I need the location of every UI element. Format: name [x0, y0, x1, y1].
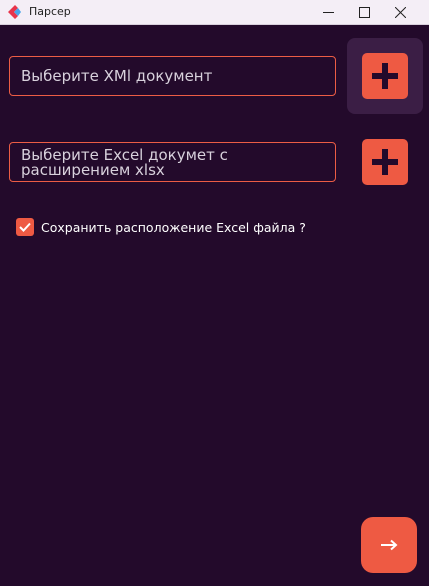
close-button[interactable]	[382, 0, 418, 24]
app-logo-icon	[8, 5, 21, 19]
add-xml-button[interactable]	[362, 53, 408, 99]
minimize-icon	[322, 11, 334, 13]
xml-field-placeholder: Выберите XMl документ	[21, 67, 213, 85]
save-location-option[interactable]: Сохранить расположение Excel файла ?	[16, 218, 306, 236]
maximize-button[interactable]	[346, 0, 382, 24]
arrow-right-icon	[381, 539, 398, 551]
add-excel-button-container	[347, 124, 423, 200]
save-location-checkbox[interactable]	[16, 218, 34, 236]
add-excel-button[interactable]	[362, 139, 408, 185]
window-title: Парсер	[29, 5, 71, 18]
xml-document-field[interactable]: Выберите XMl документ	[9, 56, 336, 96]
main-content: Выберите XMl документ Выберите Excel док…	[0, 25, 429, 586]
close-icon	[394, 6, 406, 18]
minimize-button[interactable]	[310, 0, 346, 24]
plus-icon	[372, 63, 398, 89]
maximize-icon	[358, 6, 370, 18]
title-bar: Парсер	[0, 0, 429, 25]
checkmark-icon	[19, 222, 31, 232]
next-button[interactable]	[361, 517, 417, 573]
excel-document-field[interactable]: Выберите Excel докумет с расширением xls…	[9, 142, 336, 182]
save-location-label: Сохранить расположение Excel файла ?	[41, 219, 306, 235]
add-xml-button-container	[347, 38, 423, 114]
plus-icon	[372, 149, 398, 175]
excel-field-placeholder: Выберите Excel докумет с расширением xls…	[21, 146, 228, 179]
